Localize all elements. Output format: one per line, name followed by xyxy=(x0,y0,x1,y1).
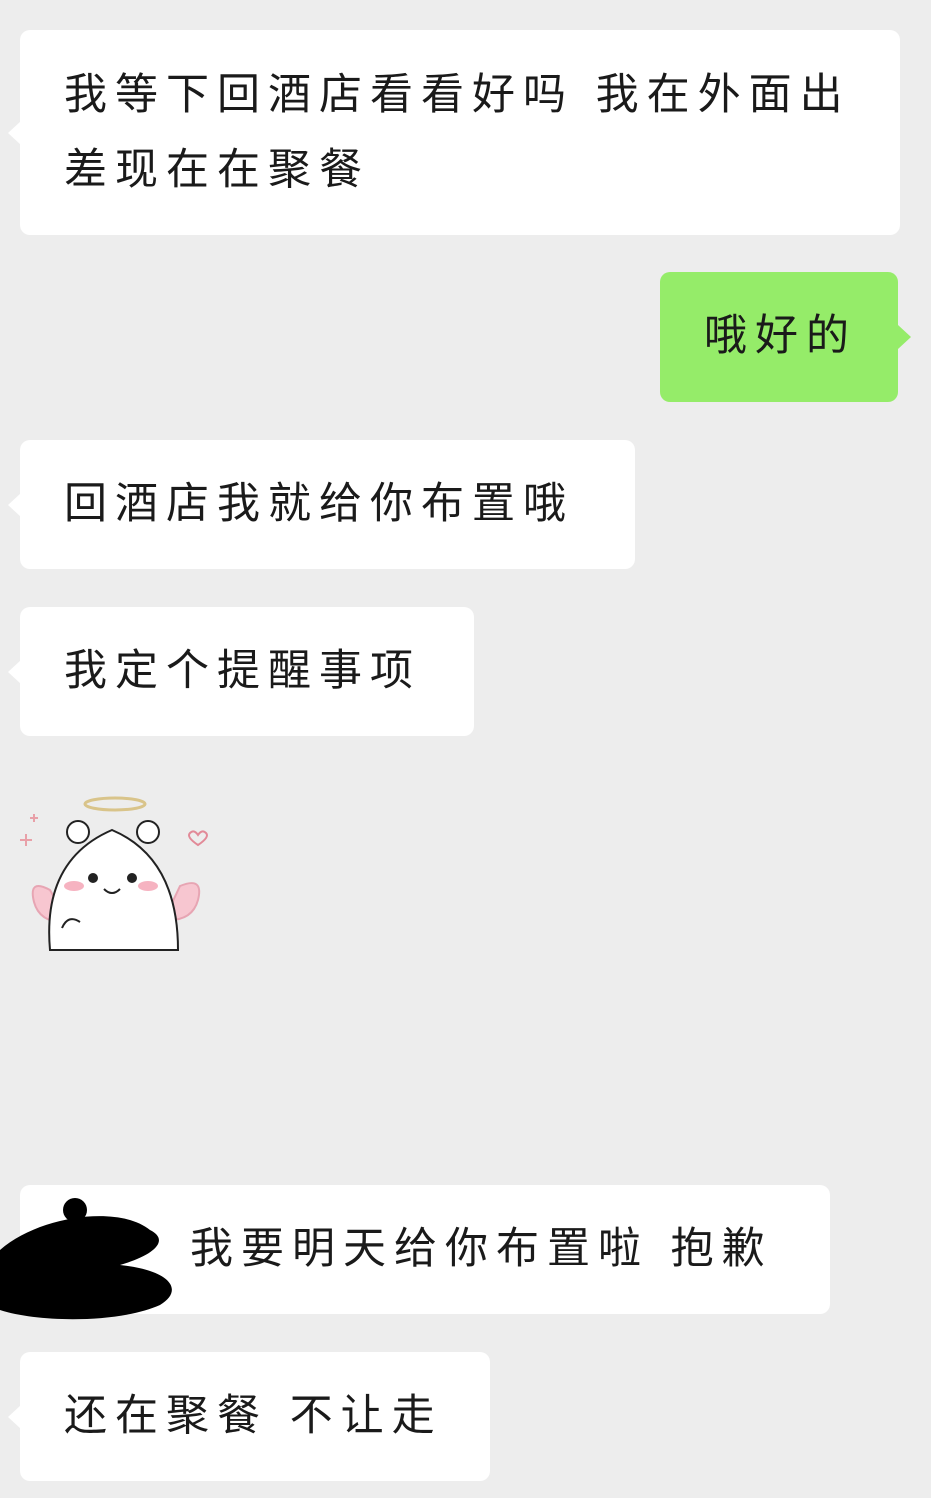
message-bubble-incoming[interactable]: 我等下回酒店看看好吗 我在外面出差现在在聚餐 xyxy=(8,30,900,235)
message-text: 还在聚餐 不让走 xyxy=(64,1391,443,1441)
redaction-scribble xyxy=(0,1195,180,1325)
message-text: 我要明天给你布置啦 抱歉 xyxy=(190,1224,773,1274)
message-bubble-incoming[interactable]: 我定个提醒事项 xyxy=(8,607,474,736)
chat-area: 我等下回酒店看看好吗 我在外面出差现在在聚餐 哦好的 回酒店我就给你布置哦 我定… xyxy=(0,0,931,1498)
message-bubble-incoming[interactable]: 回酒店我就给你布置哦 xyxy=(8,440,635,569)
angel-hamster-sticker[interactable] xyxy=(20,790,220,960)
message-bubble-outgoing[interactable]: 哦好的 xyxy=(660,272,911,402)
message-text: 回酒店我就给你布置哦 xyxy=(64,479,574,529)
message-text: 我等下回酒店看看好吗 我在外面出差现在在聚餐 xyxy=(64,70,851,195)
message-bubble-incoming[interactable]: 还在聚餐 不让走 xyxy=(8,1352,490,1481)
message-text: 哦好的 xyxy=(704,311,857,361)
angel-hamster-sticker-icon xyxy=(20,796,208,951)
message-text: 我定个提醒事项 xyxy=(64,646,421,696)
